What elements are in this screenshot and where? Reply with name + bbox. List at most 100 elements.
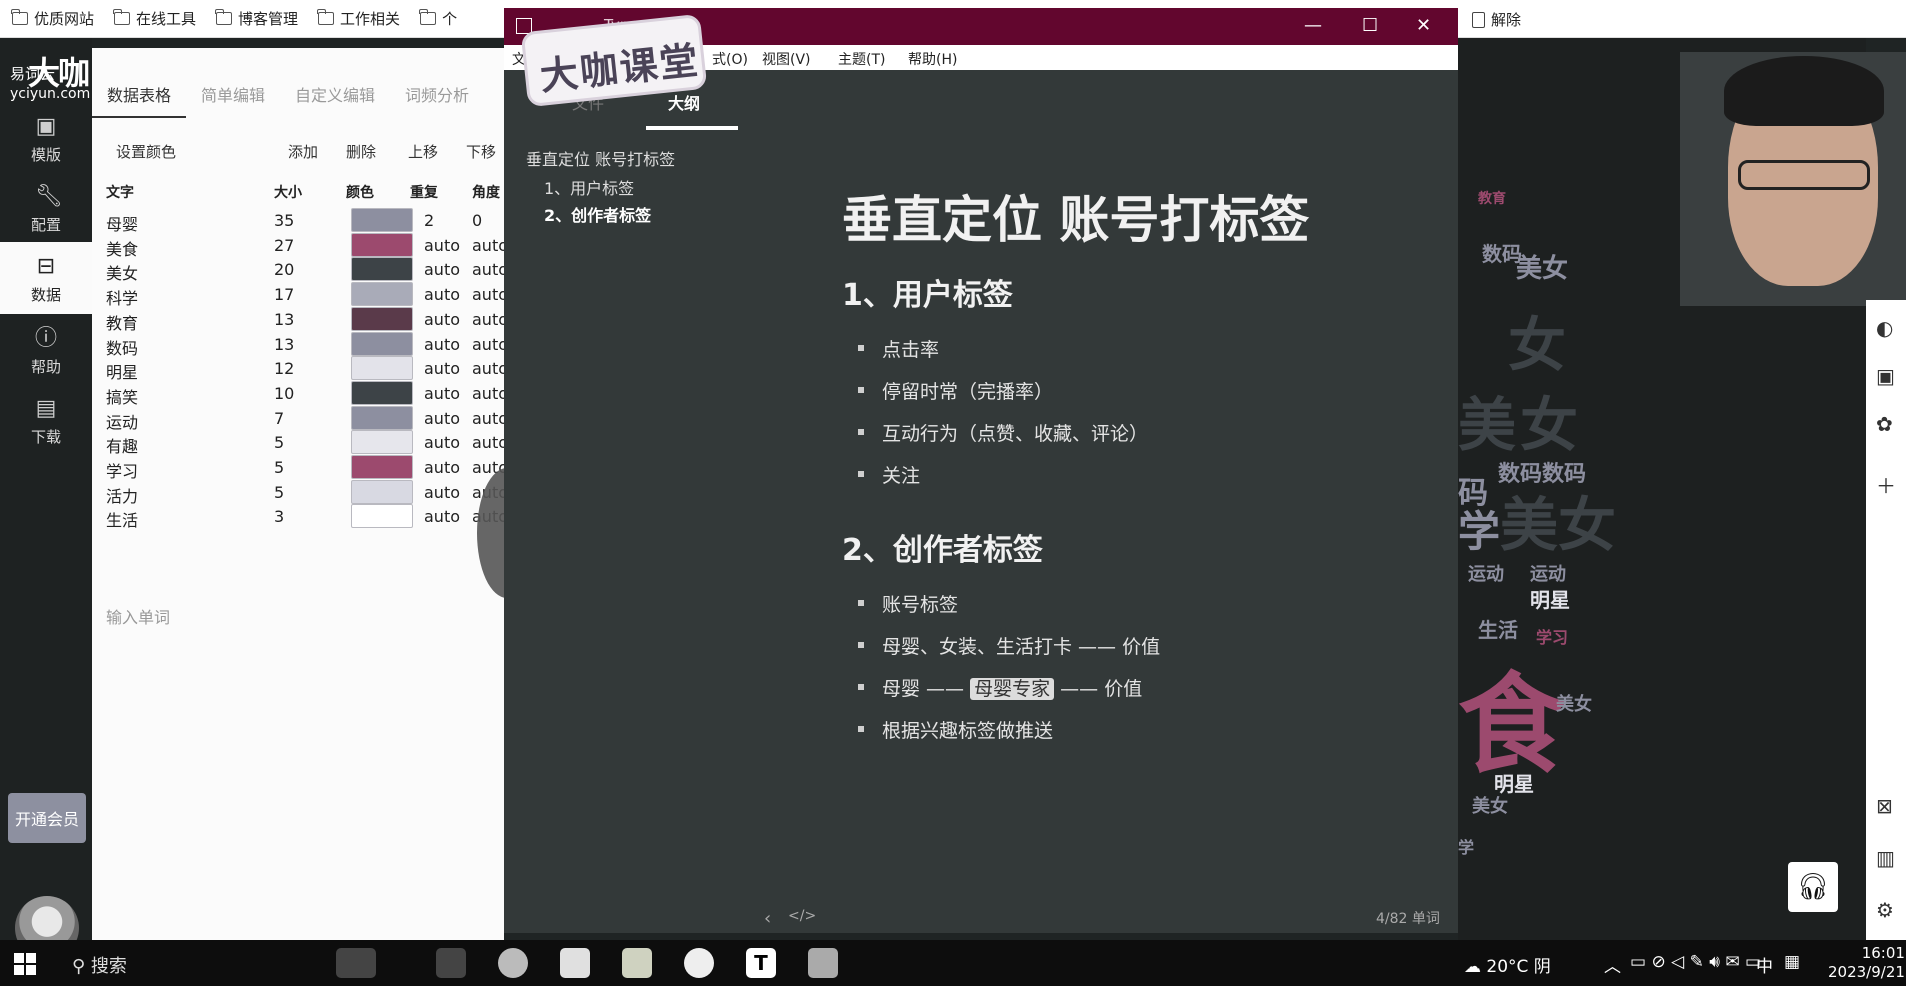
close-icon[interactable]: ✕ xyxy=(1416,15,1431,36)
color-swatch[interactable] xyxy=(351,356,413,381)
word-cell[interactable]: 运动 xyxy=(106,409,138,433)
repeat-cell[interactable]: 2 xyxy=(424,211,434,230)
headset-icon[interactable]: 🎧︎ xyxy=(1788,862,1838,912)
chevron-left-icon[interactable]: ‹ xyxy=(764,908,771,929)
notepad-icon[interactable] xyxy=(560,948,590,978)
word-cell[interactable]: 美食 xyxy=(106,236,138,260)
chrome-icon[interactable] xyxy=(498,948,528,978)
color-swatch[interactable] xyxy=(351,331,413,356)
color-swatch[interactable] xyxy=(351,479,413,504)
bookmark-item[interactable]: 优质网站 xyxy=(11,8,94,29)
word-cell[interactable]: 搞笑 xyxy=(106,384,138,408)
angle-cell[interactable]: auto xyxy=(472,384,508,403)
angle-cell[interactable]: auto xyxy=(472,310,508,329)
document-app-icon[interactable] xyxy=(622,948,652,978)
angle-cell[interactable]: auto xyxy=(472,433,508,452)
input-mode-icon[interactable]: ▦ xyxy=(1784,952,1800,972)
ime-indicator[interactable]: 中 xyxy=(1756,952,1773,977)
weather-widget[interactable]: ☁ 20°C 阴 xyxy=(1464,952,1551,977)
repeat-cell[interactable]: auto xyxy=(424,433,460,452)
word-cell[interactable]: 活力 xyxy=(106,483,138,507)
delete-button[interactable]: 删除 xyxy=(346,141,376,162)
move-up-button[interactable]: 上移 xyxy=(408,141,438,162)
word-cell[interactable]: 数码 xyxy=(106,335,138,359)
color-swatch[interactable] xyxy=(351,430,413,455)
word-input[interactable]: 输入单词 xyxy=(106,604,170,628)
size-cell[interactable]: 13 xyxy=(274,335,294,354)
set-color-button[interactable]: 设置颜色 xyxy=(116,141,176,162)
word-count[interactable]: 4/82 单词 xyxy=(1376,908,1440,928)
color-swatch[interactable] xyxy=(351,282,413,307)
menu-item-theme[interactable]: 主题(T) xyxy=(838,49,885,69)
bookmark-item[interactable]: 博客管理 xyxy=(215,8,298,29)
add-button[interactable]: 添加 xyxy=(288,141,318,162)
size-cell[interactable]: 17 xyxy=(274,285,294,304)
angle-cell[interactable]: auto xyxy=(472,285,508,304)
angle-cell[interactable]: auto xyxy=(472,409,508,428)
repeat-cell[interactable]: auto xyxy=(424,236,460,255)
color-swatch[interactable] xyxy=(351,257,413,282)
maximize-icon[interactable]: ☐ xyxy=(1362,15,1378,36)
word-cell[interactable]: 教育 xyxy=(106,310,138,334)
size-cell[interactable]: 13 xyxy=(274,310,294,329)
repeat-cell[interactable]: auto xyxy=(424,384,460,403)
tray-chevron-icon[interactable]: ︿ xyxy=(1604,952,1621,977)
color-swatch[interactable] xyxy=(351,504,413,529)
sidebar-item-config[interactable]: 🔧︎ 配置 xyxy=(0,186,92,235)
menu-item-format[interactable]: 式(O) xyxy=(712,49,748,69)
color-swatch[interactable] xyxy=(351,380,413,405)
sidebar-item-data[interactable]: ⊟ 数据 xyxy=(0,242,92,314)
refresh-icon[interactable]: ◐ xyxy=(1876,316,1893,340)
tab-word-frequency[interactable]: 词频分析 xyxy=(390,82,484,118)
tab-outline[interactable]: 大纲 xyxy=(668,90,700,114)
tab-data-table[interactable]: 数据表格 xyxy=(92,82,187,118)
size-cell[interactable]: 12 xyxy=(274,359,294,378)
typora-taskbar-icon[interactable]: T xyxy=(746,948,776,978)
brand-logo[interactable]: 易词云 yciyun.com xyxy=(10,64,90,104)
color-swatch[interactable] xyxy=(351,232,413,257)
repeat-cell[interactable]: auto xyxy=(424,310,460,329)
size-cell[interactable]: 5 xyxy=(274,433,284,452)
repeat-cell[interactable]: auto xyxy=(424,260,460,279)
windows-start-icon[interactable] xyxy=(14,953,36,975)
flower-icon[interactable]: ✿ xyxy=(1876,412,1893,436)
size-cell[interactable]: 5 xyxy=(274,458,284,477)
repeat-cell[interactable]: auto xyxy=(424,409,460,428)
size-cell[interactable]: 27 xyxy=(274,236,294,255)
tab-simple-edit[interactable]: 简单编辑 xyxy=(186,82,280,118)
repeat-cell[interactable]: auto xyxy=(424,285,460,304)
outline-item-active[interactable]: 2、创作者标签 xyxy=(544,202,651,226)
word-cell[interactable]: 学习 xyxy=(106,458,138,482)
angle-cell[interactable]: auto xyxy=(472,359,508,378)
color-swatch[interactable] xyxy=(351,306,413,331)
size-cell[interactable]: 35 xyxy=(274,211,294,230)
angle-cell[interactable]: 0 xyxy=(472,211,482,230)
flower-app-icon[interactable] xyxy=(684,948,714,978)
selected-text[interactable]: 母婴专家 xyxy=(970,678,1055,700)
minimize-icon[interactable]: — xyxy=(1304,15,1322,36)
open-membership-button[interactable]: 开通会员 xyxy=(8,793,86,843)
outline-item[interactable]: 垂直定位 账号打标签 xyxy=(526,146,675,170)
size-cell[interactable]: 5 xyxy=(274,483,284,502)
size-cell[interactable]: 3 xyxy=(274,507,284,526)
size-cell[interactable]: 10 xyxy=(274,384,294,403)
word-cell[interactable]: 美女 xyxy=(106,260,138,284)
move-down-button[interactable]: 下移 xyxy=(466,141,496,162)
angle-cell[interactable]: auto xyxy=(472,260,508,279)
system-clock[interactable]: 16:01 2023/9/21 xyxy=(1828,944,1905,982)
word-cell[interactable]: 明星 xyxy=(106,359,138,383)
taskbar-search[interactable]: ⚲ 搜索 xyxy=(72,952,127,978)
editor-content[interactable]: 垂直定位 账号打标签 1、用户标签 点击率 停留时常（完播率） 互动行为（点赞、… xyxy=(772,70,1458,906)
tray-icons[interactable]: ▭ ⊘ ◁ ✎ 🔊︎ ✉ ▭ xyxy=(1630,952,1761,972)
size-cell[interactable]: 7 xyxy=(274,409,284,428)
bookmark-item[interactable]: 工作相关 xyxy=(317,8,400,29)
repeat-cell[interactable]: auto xyxy=(424,359,460,378)
repeat-cell[interactable]: auto xyxy=(424,483,460,502)
sidebar-item-template[interactable]: ▣ 模版 xyxy=(0,116,92,165)
taskbar-app-beta[interactable] xyxy=(436,948,466,978)
source-code-icon[interactable]: </> xyxy=(788,908,816,924)
outline-item[interactable]: 1、用户标签 xyxy=(544,175,634,199)
word-cell[interactable]: 生活 xyxy=(106,507,138,531)
settings-icon[interactable]: ⚙ xyxy=(1876,898,1894,922)
sidebar-item-help[interactable]: ⓘ 帮助 xyxy=(0,328,92,377)
